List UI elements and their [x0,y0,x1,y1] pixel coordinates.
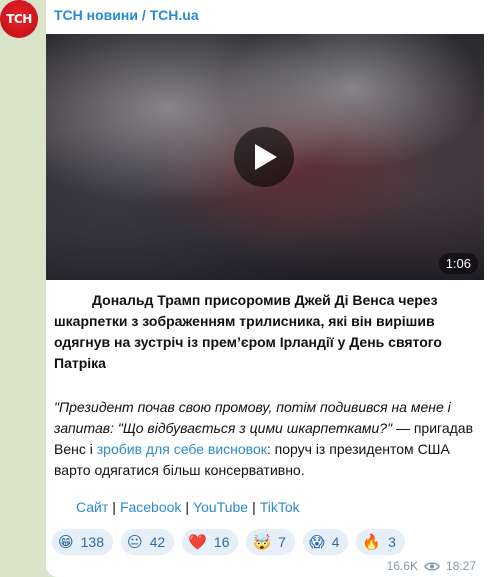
reaction-count: 7 [278,534,286,550]
reaction-count: 16 [213,534,230,550]
play-icon [255,144,277,170]
neutral-face-emoji-icon: 😐 [127,533,143,551]
reaction-count: 138 [80,534,104,550]
facebook-link[interactable]: Facebook [120,499,181,515]
reaction-count: 3 [388,534,396,550]
video-duration: 1:06 [438,253,478,274]
channel-name[interactable]: ТСН новини / TCH.ua [54,7,199,23]
message-bubble: ТСН новини / TCH.ua 1:06 Дональд Трамп п… [46,0,488,577]
reaction-count: 4 [331,534,340,550]
video-preview[interactable]: 1:06 [46,34,484,280]
link-separator: | [252,499,256,515]
site-link[interactable]: Сайт [76,499,108,515]
link-separator: | [185,499,190,515]
grin-emoji-icon: 😁 [58,533,74,551]
reaction-grin[interactable]: 😁 138 [52,529,113,555]
heart-emoji-icon: ❤️ [188,533,207,551]
conclusion-link[interactable]: зробив для себе висновок [97,441,267,457]
reaction-mind-blown[interactable]: 🤯 7 [246,529,295,555]
link-separator: | [112,499,116,515]
channel-avatar[interactable]: TCH [0,0,38,38]
reaction-heart[interactable]: ❤️ 16 [182,529,239,555]
reaction-count: 42 [149,534,166,550]
reaction-fire[interactable]: 🔥 3 [356,529,405,555]
scream-emoji-icon: 😱 [308,533,325,551]
reaction-neutral[interactable]: 😐 42 [121,529,175,555]
headline-text: Дональд Трамп присоромив Джей Ді Венса ч… [54,292,442,371]
fire-emoji-icon: 🔥 [362,533,382,551]
avatar-label: TCH [6,12,32,26]
mind-blown-emoji-icon: 🤯 [252,533,272,551]
youtube-link[interactable]: YouTube [193,499,248,515]
eye-icon [424,561,440,571]
view-count: 16.6K [386,559,418,573]
reaction-scream[interactable]: 😱 4 [302,529,349,555]
message-time: 18:27 [445,559,476,573]
tiktok-link[interactable]: TikTok [260,499,300,515]
message-meta: 16.6K 18:27 [387,559,476,573]
quote-text: "Президент почав свою промову, потім под… [54,397,474,481]
play-button[interactable] [234,127,294,187]
social-links: Сайт | Facebook | YouTube | TikTok [76,499,300,515]
reactions-bar: 😁 138 😐 42 ❤️ 16 🤯 7 😱 4 🔥 3 [52,529,405,555]
